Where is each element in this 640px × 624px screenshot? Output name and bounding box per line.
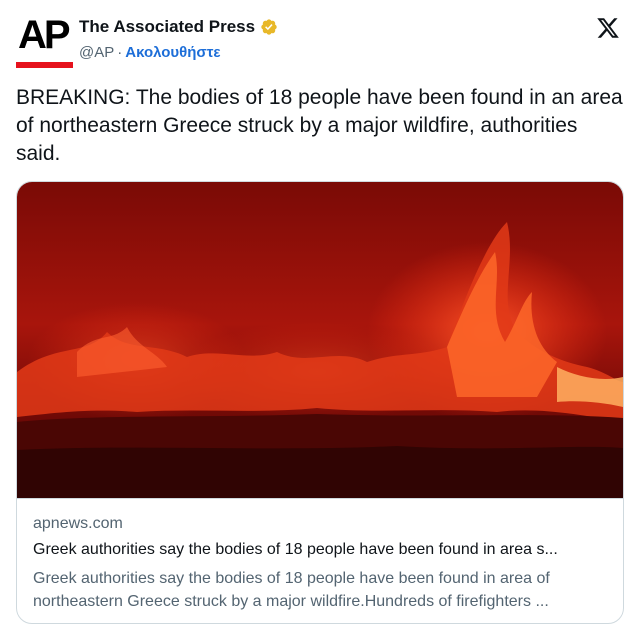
- verified-badge-icon: [261, 19, 277, 35]
- tweet-text: BREAKING: The bodies of 18 people have b…: [16, 86, 623, 165]
- author-info: The Associated Press @AP · Ακολουθήστε: [79, 16, 278, 63]
- card-info[interactable]: apnews.com Greek authorities say the bod…: [17, 498, 623, 623]
- avatar[interactable]: AP: [16, 12, 73, 68]
- card-description: Greek authorities say the bodies of 18 p…: [33, 570, 550, 610]
- x-logo-icon[interactable]: [596, 16, 620, 40]
- card-image[interactable]: [17, 182, 623, 498]
- tweet-header: AP The Associated Press @AP · Ακολουθήστ…: [16, 12, 624, 68]
- follow-button[interactable]: Ακολουθήστε: [125, 44, 220, 61]
- ap-logo-bar: [16, 62, 73, 68]
- card-domain: apnews.com: [33, 515, 123, 532]
- card-title[interactable]: Greek authorities say the bodies of 18 p…: [33, 541, 607, 559]
- link-preview-card[interactable]: apnews.com Greek authorities say the bod…: [16, 181, 624, 624]
- ap-logo-text: AP: [18, 13, 71, 57]
- author-display-name[interactable]: The Associated Press: [79, 17, 255, 37]
- author-handle[interactable]: @AP: [79, 44, 114, 61]
- separator-dot: ·: [117, 43, 123, 61]
